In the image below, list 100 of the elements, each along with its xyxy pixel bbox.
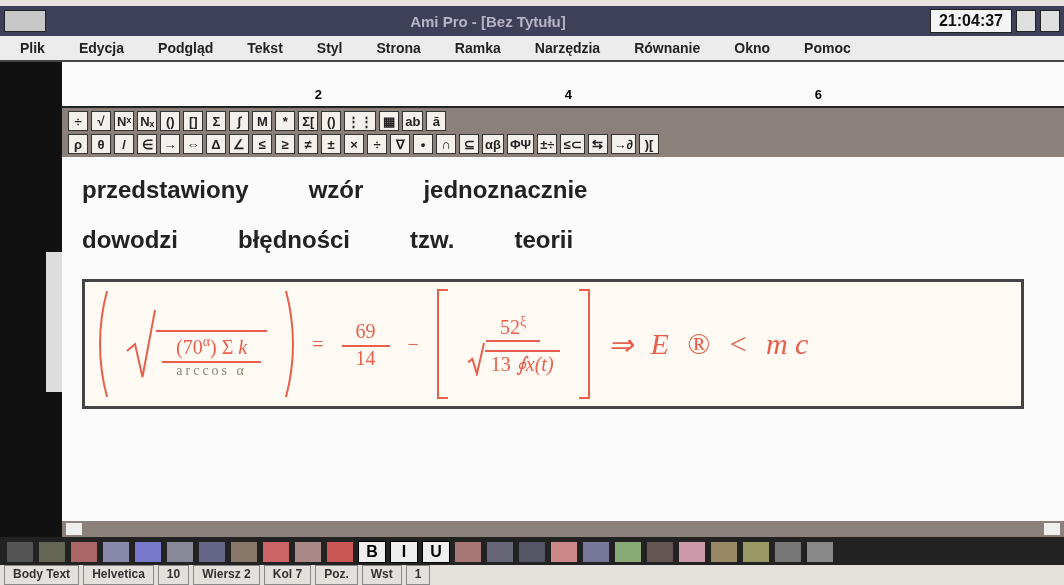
toolbar-icon[interactable]: [710, 541, 738, 563]
status-field[interactable]: Body Text: [4, 565, 80, 585]
toolbar-button[interactable]: Σ: [206, 111, 227, 131]
ruler-mark: 4: [563, 87, 572, 102]
toolbar-icon[interactable]: [230, 541, 258, 563]
menu-item[interactable]: Strona: [376, 40, 421, 56]
toolbar-button[interactable]: ⇔: [183, 134, 203, 154]
toolbar-icon[interactable]: [70, 541, 98, 563]
toolbar-button[interactable]: ∫: [229, 111, 250, 131]
equation-symbol: E: [650, 327, 669, 361]
toolbar-button[interactable]: ⋮⋮: [344, 111, 377, 131]
toolbar-button[interactable]: []: [183, 111, 204, 131]
fraction-denominator: 13 ∮x(t): [484, 350, 560, 377]
toolbar-button[interactable]: ⊆: [459, 134, 479, 154]
menu-item[interactable]: Plik: [20, 40, 45, 56]
toolbar-icon[interactable]: [166, 541, 194, 563]
toolbar-icon[interactable]: [454, 541, 482, 563]
document-word: tzw.: [410, 226, 455, 254]
toolbar-button[interactable]: ▦: [379, 111, 400, 131]
toolbar-button[interactable]: ×: [344, 134, 364, 154]
toolbar-button[interactable]: ∇: [390, 134, 410, 154]
toolbar-icon[interactable]: [582, 541, 610, 563]
menu-item[interactable]: Edycja: [78, 40, 125, 56]
toolbar-button[interactable]: θ: [91, 134, 111, 154]
menu-item[interactable]: Narzędzia: [534, 40, 601, 56]
toolbar-button[interactable]: (): [160, 111, 181, 131]
status-field[interactable]: Wst: [361, 565, 402, 585]
toolbar-icon[interactable]: [294, 541, 322, 563]
status-field[interactable]: 10: [157, 565, 190, 585]
document-word: wzór: [308, 176, 364, 204]
window-title: Ami Pro - [Bez Tytułu]: [409, 12, 567, 30]
fraction-denominator: 14: [355, 347, 376, 370]
toolbar-button[interactable]: Nₓ: [137, 111, 158, 131]
toolbar-icon[interactable]: [774, 541, 802, 563]
toolbar-button[interactable]: ±÷: [537, 134, 558, 154]
toolbar-icon[interactable]: [678, 541, 706, 563]
toolbar-button[interactable]: ≤⊂: [560, 134, 585, 154]
menu-item[interactable]: Podgląd: [158, 40, 214, 56]
menu-item[interactable]: Styl: [316, 40, 343, 56]
status-field[interactable]: Helvetica: [83, 565, 154, 585]
status-field[interactable]: Poz.: [315, 565, 358, 585]
toolbar-button[interactable]: /: [114, 134, 134, 154]
equation-denominator: arccos α: [176, 363, 247, 379]
toolbar-icon[interactable]: [614, 541, 642, 563]
minus-sign: −: [407, 332, 419, 356]
menu-item[interactable]: Pomoc: [804, 40, 851, 56]
status-field[interactable]: Kol 7: [263, 565, 312, 585]
toolbar-button[interactable]: ab: [402, 111, 424, 131]
toolbar-icon[interactable]: [134, 541, 162, 563]
equation-symbol: m c: [765, 327, 809, 361]
toolbar-button[interactable]: ρ: [68, 134, 88, 154]
toolbar-button[interactable]: Δ: [206, 134, 226, 154]
toolbar-icon[interactable]: [806, 541, 834, 563]
toolbar-button[interactable]: Nˣ: [114, 111, 135, 131]
toolbar-button[interactable]: √: [91, 111, 111, 131]
toolbar-icon[interactable]: [326, 541, 354, 563]
toolbar-button[interactable]: (): [321, 111, 342, 131]
toolbar-button[interactable]: →∂: [610, 134, 636, 154]
toolbar-button[interactable]: ÷: [68, 111, 88, 131]
toolbar-icon[interactable]: [198, 541, 226, 563]
bracket-icon: [577, 289, 590, 399]
equation-symbol: ®: [686, 327, 710, 361]
toolbar-icon[interactable]: [102, 541, 130, 563]
menu-item[interactable]: Tekst: [247, 40, 283, 56]
toolbar-button[interactable]: M: [252, 111, 273, 131]
status-field[interactable]: 1: [405, 565, 431, 585]
fraction-numerator: 52$^{ξ}$: [486, 311, 541, 343]
toolbar-button[interactable]: ∈: [137, 134, 157, 154]
menu-item[interactable]: Okno: [734, 40, 771, 56]
radical-icon: [466, 342, 485, 377]
toolbar-button[interactable]: αβ: [482, 134, 504, 154]
toolbar-icon[interactable]: [550, 541, 578, 563]
menu-item[interactable]: Równanie: [634, 40, 701, 56]
format-button[interactable]: I: [390, 541, 418, 563]
toolbar-button[interactable]: ≤: [252, 134, 272, 154]
menu-item[interactable]: Ramka: [454, 40, 501, 56]
toolbar-button[interactable]: ∩: [436, 134, 456, 154]
toolbar-button[interactable]: ∠: [229, 134, 249, 154]
toolbar-button[interactable]: ΦΨ: [506, 134, 535, 154]
toolbar-icon[interactable]: [262, 541, 290, 563]
toolbar-button[interactable]: ÷: [367, 134, 387, 154]
toolbar-button[interactable]: ≠: [298, 134, 318, 154]
toolbar-button[interactable]: ā: [426, 111, 447, 131]
format-button[interactable]: B: [358, 541, 386, 563]
toolbar-icon[interactable]: [38, 541, 66, 563]
equation-symbol: <: [727, 327, 748, 361]
toolbar-button[interactable]: ⇆: [587, 134, 608, 154]
format-button[interactable]: U: [422, 541, 450, 563]
toolbar-button[interactable]: •: [413, 134, 433, 154]
toolbar-icon[interactable]: [486, 541, 514, 563]
equals-sign: =: [312, 332, 324, 356]
toolbar-button[interactable]: Σ[: [298, 111, 319, 131]
document-word: dowodzi: [82, 226, 178, 254]
toolbar-button[interactable]: →: [160, 134, 180, 154]
toolbar-button[interactable]: )[: [639, 134, 659, 154]
toolbar-button[interactable]: ≥: [275, 134, 295, 154]
toolbar-icon[interactable]: [742, 541, 770, 563]
toolbar-button[interactable]: ±: [321, 134, 341, 154]
status-field[interactable]: Wiersz 2: [193, 565, 260, 585]
toolbar-button[interactable]: *: [275, 111, 296, 131]
